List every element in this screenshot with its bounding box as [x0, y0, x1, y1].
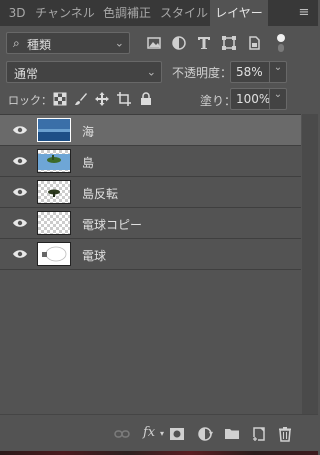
layers-scrollbar[interactable] [302, 114, 318, 414]
layer-thumbnail [37, 211, 71, 235]
layer-row[interactable]: 電球 [0, 239, 301, 270]
link-layers-icon[interactable] [114, 426, 130, 442]
layer-row[interactable]: 島 [0, 146, 301, 177]
layer-name[interactable]: 電球コピー [82, 216, 142, 233]
island-thumbnail-image [38, 154, 70, 170]
layer-name[interactable]: 電球 [82, 247, 106, 264]
opacity-field[interactable]: 58% ⌄ [230, 61, 287, 83]
chevron-down-icon[interactable]: ⌄ [269, 89, 286, 109]
blend-mode-label: 通常 [14, 67, 39, 81]
lightbulb-thumbnail-image [38, 243, 70, 265]
tab-styles[interactable]: スタイル [158, 0, 210, 26]
lock-transparent-pixels-icon[interactable] [53, 92, 67, 106]
pixel-filter-icon[interactable] [146, 35, 162, 51]
filter-kind-dropdown[interactable]: ⌕ 種類 ⌄ [6, 32, 130, 54]
tab-channels[interactable]: チャンネル [34, 0, 96, 26]
panel-tab-bar: 3D チャンネル 色調補正 スタイル レイヤー ≡ [0, 0, 318, 26]
panel-menu-icon[interactable]: ≡ [296, 6, 312, 19]
sea-thumbnail-image [38, 119, 70, 141]
blend-row: 通常 ⌄ 不透明度： 58% ⌄ [0, 58, 318, 86]
opacity-label: 不透明度： [172, 66, 233, 80]
smart-object-filter-icon[interactable] [246, 35, 262, 51]
chevron-down-icon: ⌄ [146, 65, 156, 79]
lock-all-icon[interactable] [139, 92, 153, 106]
add-mask-icon[interactable] [169, 426, 185, 442]
lock-label: ロック： [8, 94, 52, 107]
type-filter-icon[interactable] [196, 35, 212, 51]
chevron-down-icon[interactable]: ⌄ [269, 62, 286, 82]
underlying-canvas-strip [0, 451, 318, 455]
tab-adjustments[interactable]: 色調補正 [96, 0, 158, 26]
layer-thumbnail [37, 242, 71, 266]
search-icon: ⌕ [13, 36, 20, 50]
filter-kind-label: 種類 [27, 38, 52, 52]
opacity-value: 58% [236, 65, 263, 79]
shape-filter-icon[interactable] [221, 35, 237, 51]
fx-icon[interactable]: fx [143, 425, 159, 441]
visibility-eye-icon[interactable] [12, 124, 28, 136]
tab-3d[interactable]: 3D [0, 0, 34, 26]
fill-field[interactable]: 100% ⌄ [230, 88, 287, 110]
lock-image-pixels-icon[interactable] [74, 92, 88, 106]
chevron-down-icon: ⌄ [114, 36, 124, 50]
layer-row[interactable]: 海 [0, 115, 301, 146]
blend-mode-dropdown[interactable]: 通常 ⌄ [6, 61, 162, 83]
visibility-eye-icon[interactable] [12, 248, 28, 260]
layer-name[interactable]: 島 [82, 154, 94, 171]
new-layer-icon[interactable] [251, 426, 267, 442]
tab-layers[interactable]: レイヤー [210, 0, 268, 26]
layer-row[interactable]: 電球コピー [0, 208, 301, 239]
visibility-eye-icon[interactable] [12, 217, 28, 229]
layers-list: 海 島 島反転 電球コピー 電球 [0, 114, 301, 415]
layer-thumbnail [37, 149, 71, 173]
filter-toggle[interactable] [276, 32, 286, 54]
flipped-island-thumbnail-image [48, 189, 60, 197]
lock-position-icon[interactable] [95, 92, 109, 106]
layer-thumbnail [37, 118, 71, 142]
visibility-eye-icon[interactable] [12, 155, 28, 167]
layer-name[interactable]: 海 [82, 123, 94, 140]
layers-footer-toolbar: fx ▾ ▾ [0, 414, 318, 455]
lock-row: ロック： 塗り： 100% ⌄ [0, 87, 318, 111]
layer-thumbnail [37, 180, 71, 204]
lock-artboard-icon[interactable] [117, 92, 131, 106]
visibility-eye-icon[interactable] [12, 186, 28, 198]
group-folder-icon[interactable] [224, 426, 240, 442]
trash-icon[interactable] [277, 426, 293, 442]
adjustment-filter-icon[interactable] [171, 35, 187, 51]
layer-name[interactable]: 島反転 [82, 185, 118, 202]
fill-value: 100% [236, 92, 271, 106]
layer-row[interactable]: 島反転 [0, 177, 301, 208]
chevron-down-icon[interactable]: ▾ [209, 429, 225, 445]
layer-filter-row: ⌕ 種類 ⌄ [0, 27, 318, 57]
